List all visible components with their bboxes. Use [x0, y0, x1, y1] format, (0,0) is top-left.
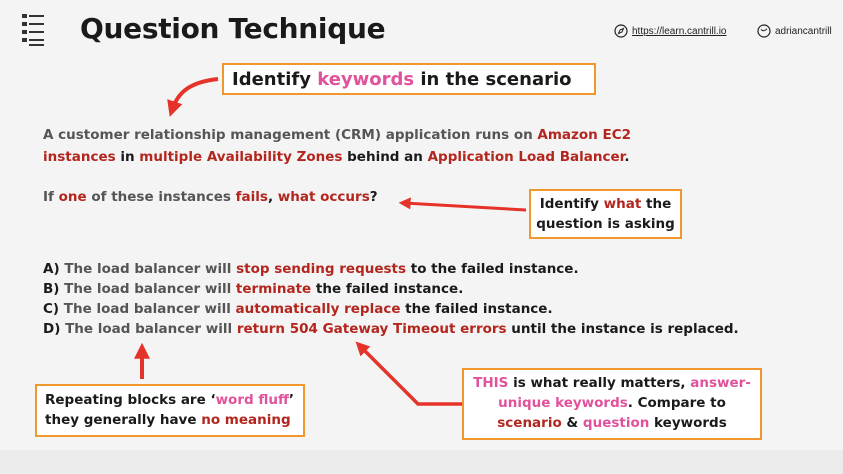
keywords-arrow — [167, 77, 219, 117]
slide-content: Identify keywords in the scenario A cust… — [0, 0, 843, 474]
question-arrow — [398, 197, 527, 212]
matters-arrow — [355, 341, 462, 406]
annotation-arrows — [134, 77, 527, 406]
footer-bar — [0, 450, 843, 474]
